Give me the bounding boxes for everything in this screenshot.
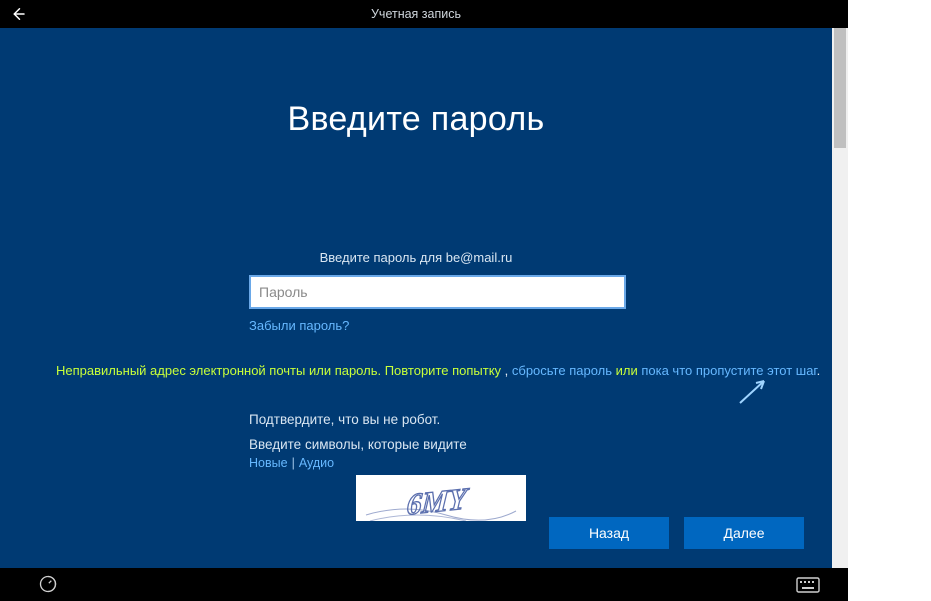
top-bar: Учетная запись bbox=[0, 0, 832, 28]
captcha-title: Подтвердите, что вы не робот. bbox=[249, 412, 440, 427]
back-button[interactable]: Назад bbox=[549, 517, 669, 549]
annotation-arrow-icon bbox=[734, 379, 768, 409]
reset-password-link[interactable]: сбросьте пароль bbox=[512, 363, 612, 378]
captcha-audio-link[interactable]: Аудио bbox=[299, 456, 334, 470]
vertical-scrollbar[interactable] bbox=[832, 28, 848, 568]
password-prompt: Введите пароль для be@mail.ru bbox=[0, 250, 832, 265]
captcha-new-link[interactable]: Новые bbox=[249, 456, 288, 470]
keyboard-layout-button[interactable] bbox=[796, 577, 820, 593]
keyboard-icon bbox=[796, 577, 820, 593]
page-title: Введите пароль bbox=[0, 100, 832, 139]
error-tail: . bbox=[817, 363, 821, 378]
tab-strip: Учетная запись bbox=[0, 0, 832, 28]
captcha-image: 6MY bbox=[356, 475, 526, 521]
captcha-links: Новые | Аудио bbox=[249, 456, 334, 470]
scrollbar-thumb[interactable] bbox=[834, 28, 846, 148]
password-field-wrap bbox=[249, 275, 626, 309]
captcha-subtitle: Введите символы, которые видите bbox=[249, 437, 467, 452]
error-message: Неправильный адрес электронной почты или… bbox=[56, 362, 792, 380]
ease-of-access-button[interactable] bbox=[38, 574, 58, 594]
ease-of-access-icon bbox=[38, 574, 58, 594]
oobe-window: Учетная запись Введите пароль Введите па… bbox=[0, 0, 848, 601]
tab-account[interactable]: Учетная запись bbox=[371, 0, 461, 28]
forgot-password-link[interactable]: Забыли пароль? bbox=[249, 318, 349, 333]
error-sep-1: , bbox=[501, 363, 512, 378]
next-button[interactable]: Далее bbox=[684, 517, 804, 549]
error-sep-2: или bbox=[612, 363, 641, 378]
skip-step-link[interactable]: пока что пропустите этот шаг bbox=[641, 363, 816, 378]
bottom-bar bbox=[0, 568, 848, 601]
error-text-1: Неправильный адрес электронной почты или… bbox=[56, 363, 501, 378]
captcha-link-separator: | bbox=[292, 456, 295, 470]
password-input[interactable] bbox=[249, 275, 626, 309]
content-stage: Введите пароль Введите пароль для be@mai… bbox=[0, 28, 832, 568]
